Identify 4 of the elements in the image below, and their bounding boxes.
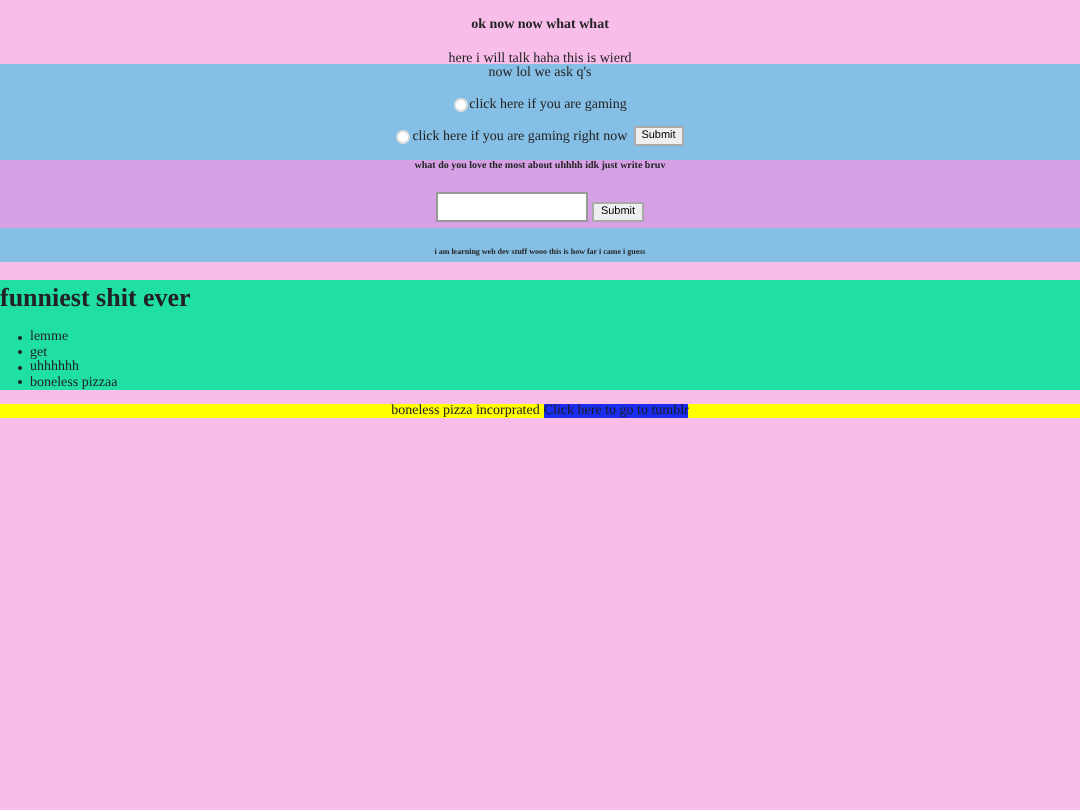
answer-box[interactable] <box>436 192 589 222</box>
section-heading: funniest shit ever <box>0 282 193 312</box>
radio-button[interactable] <box>453 97 468 111</box>
radio-button[interactable] <box>396 129 411 143</box>
